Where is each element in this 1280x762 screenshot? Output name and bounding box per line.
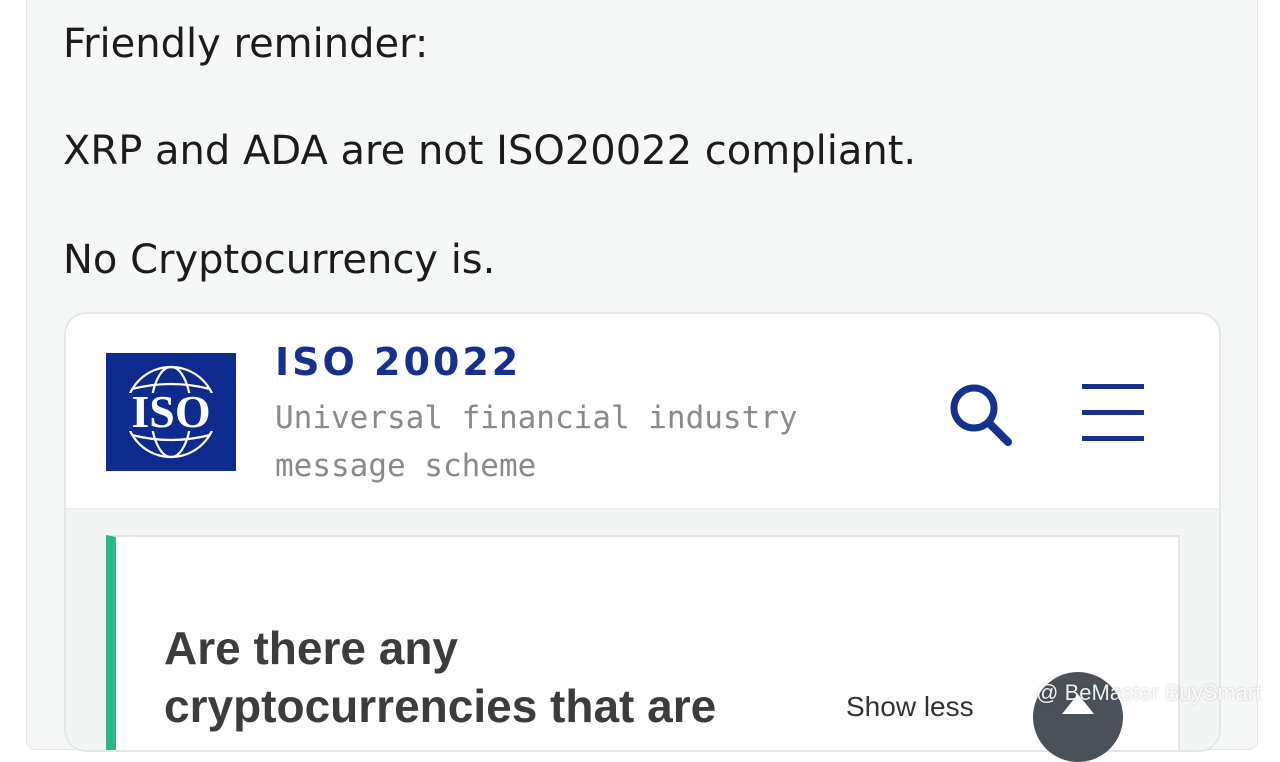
post-text-line-1: Friendly reminder: <box>63 21 429 67</box>
show-less-toggle[interactable]: Show less <box>846 691 974 723</box>
iso-site-header: ISO ISO 20022 Universal financial indust… <box>66 314 1219 509</box>
iso-site-subtitle: Universal financial industry message sch… <box>275 400 798 484</box>
faq-item: Are there any cryptocurrencies that are … <box>106 535 1180 750</box>
iso-site-title: ISO 20022 <box>275 340 522 384</box>
watermark-text: @ BeMaster BuySmart <box>1036 680 1262 705</box>
hamburger-menu-icon <box>1082 384 1144 441</box>
iso-logo[interactable]: ISO <box>106 353 236 471</box>
faq-question: Are there any cryptocurrencies that are <box>164 622 717 732</box>
post-text-line-2: XRP and ADA are not ISO20022 compliant. <box>63 128 917 174</box>
iso-logo-text: ISO <box>131 386 210 437</box>
menu-button[interactable] <box>1080 382 1146 442</box>
post-text-line-3: No Cryptocurrency is. <box>63 237 496 283</box>
search-icon <box>950 384 1012 446</box>
search-button[interactable] <box>946 380 1014 448</box>
binance-square-icon <box>1004 682 1024 702</box>
watermark: @ BeMaster BuySmart <box>1002 680 1261 710</box>
